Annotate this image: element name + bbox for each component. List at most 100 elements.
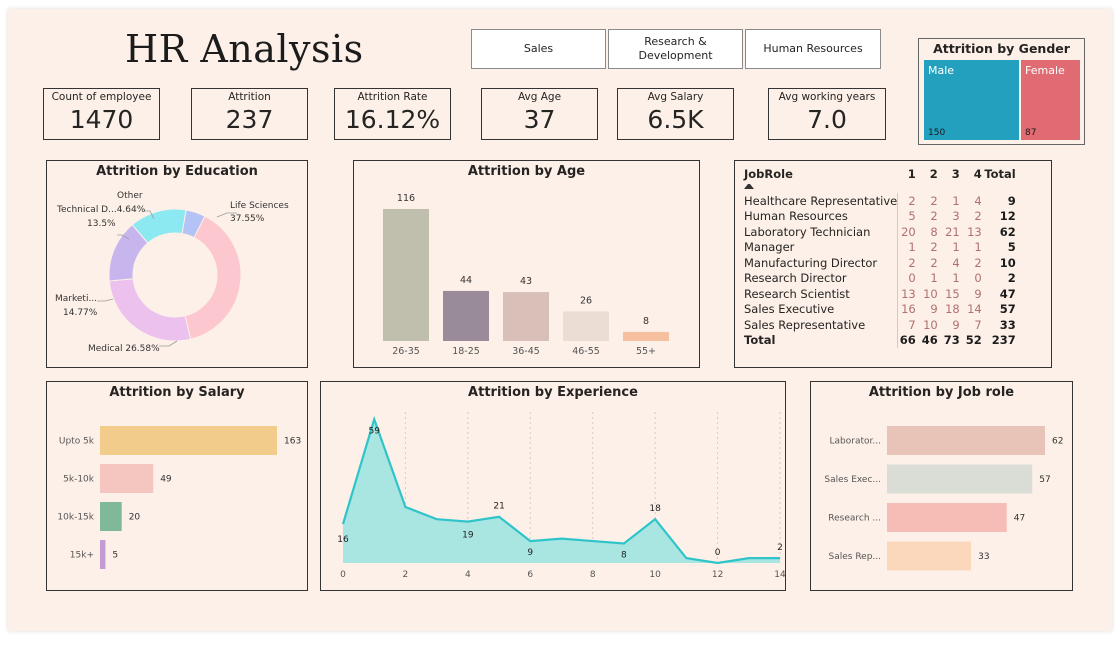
kpi-value: 6.5K bbox=[647, 105, 704, 134]
age-bar-chart: 116 26-35 44 18-25 43 36-45 26 46-55 8 55+ bbox=[383, 193, 669, 357]
matrix-cell: Laboratory Technician bbox=[744, 224, 899, 240]
age-bar bbox=[383, 209, 429, 341]
salary-bar-value: 5 bbox=[112, 551, 118, 561]
slicer-research-development-button[interactable]: Research & Development bbox=[608, 29, 743, 69]
slicer-sales-button[interactable]: Sales bbox=[471, 29, 606, 69]
gender-female-tile[interactable]: Female 87 bbox=[1021, 60, 1080, 140]
donut-data-label: 13.5% bbox=[87, 219, 116, 229]
gender-female-label: Female bbox=[1025, 64, 1065, 77]
matrix-cell: 9 bbox=[974, 286, 982, 301]
matrix-cell: Research Director bbox=[744, 270, 899, 286]
experience-x-tick: 6 bbox=[527, 570, 533, 580]
experience-data-label: 8 bbox=[621, 551, 627, 561]
age-bar-value: 8 bbox=[643, 316, 649, 327]
salary-bar bbox=[100, 540, 106, 569]
salary-category-label: Upto 5k bbox=[59, 437, 95, 447]
matrix-cell: 1 bbox=[952, 240, 960, 255]
donut-data-label: Technical D...4.64% bbox=[56, 205, 146, 215]
matrix-header-row: JobRole 1 2 3 4 Total bbox=[744, 167, 1016, 189]
experience-x-tick: 12 bbox=[712, 570, 723, 580]
jobrole-bar bbox=[887, 464, 1033, 494]
experience-x-tick: 0 bbox=[340, 570, 346, 580]
matrix-header-cell: 2 bbox=[929, 167, 938, 181]
gender-panel: Attrition by Gender Male 150 Female 87 bbox=[918, 38, 1085, 145]
matrix-row[interactable]: Research Scientist 13 10 15 9 47 bbox=[744, 286, 1016, 302]
matrix-row[interactable]: Sales Representative 7 10 9 7 33 bbox=[744, 317, 1016, 333]
matrix-total-row[interactable]: Total 66 46 73 52 237 bbox=[744, 332, 1016, 348]
matrix-row[interactable]: Laboratory Technician 20 8 21 13 62 bbox=[744, 224, 1016, 240]
matrix-cell: 9 bbox=[952, 317, 960, 332]
salary-bar bbox=[100, 464, 154, 493]
jobrole-bar-chart: Laborator... 62 Sales Exec... 57 Research ..… bbox=[824, 426, 1063, 571]
matrix-cell: Manufacturing Director bbox=[744, 255, 899, 271]
matrix-cell: 21 bbox=[945, 224, 960, 239]
age-bar bbox=[623, 331, 669, 341]
matrix-cell: 1 bbox=[974, 240, 982, 255]
matrix-cell: 16 bbox=[901, 302, 916, 317]
age-bar-value: 26 bbox=[580, 295, 592, 306]
donut-leader-line bbox=[97, 298, 114, 302]
report-canvas: HR Analysis Sales Research & Development… bbox=[8, 9, 1112, 631]
age-category-label: 46-55 bbox=[572, 346, 600, 357]
matrix-cell: 10 bbox=[923, 286, 938, 301]
gender-male-tile[interactable]: Male 150 bbox=[924, 60, 1019, 140]
matrix-cell: 2 bbox=[908, 193, 916, 208]
kpi-card-attrition: Attrition 237 bbox=[191, 88, 308, 140]
age-bar bbox=[503, 292, 549, 341]
age-bar bbox=[443, 290, 489, 341]
matrix-cell: 2 bbox=[930, 240, 938, 255]
matrix-header-jobrole[interactable]: JobRole bbox=[744, 167, 898, 189]
jobrole-category-label: Sales Exec... bbox=[824, 475, 881, 485]
salary-bar-value: 163 bbox=[284, 437, 301, 447]
experience-data-label: 9 bbox=[527, 548, 533, 558]
matrix-cell: 2 bbox=[974, 209, 982, 224]
matrix-cell: 15 bbox=[945, 286, 960, 301]
matrix-cell: 66 bbox=[899, 333, 916, 348]
matrix-row[interactable]: Manufacturing Director 2 2 4 2 10 bbox=[744, 255, 1016, 271]
matrix-header-cell: 1 bbox=[907, 167, 916, 181]
matrix-cell: 4 bbox=[974, 193, 982, 208]
matrix-cell: 8 bbox=[930, 224, 938, 239]
matrix-cell: Manager bbox=[744, 239, 899, 255]
matrix-cell: 4 bbox=[952, 255, 960, 270]
matrix-cell: 33 bbox=[999, 317, 1016, 332]
kpi-value: 237 bbox=[225, 105, 274, 134]
matrix-cell: 2 bbox=[930, 193, 938, 208]
jobrole-bar bbox=[887, 503, 1007, 532]
jobrole-matrix-table: JobRole 1 2 3 4 Total Healthcare Representativ… bbox=[744, 167, 1016, 348]
donut-leader-line bbox=[159, 340, 178, 347]
jobrole-matrix-panel: JobRole 1 2 3 4 Total Healthcare Representativ… bbox=[734, 160, 1052, 368]
matrix-row[interactable]: Sales Executive 16 9 18 14 57 bbox=[744, 301, 1016, 317]
matrix-cell: 2 bbox=[930, 255, 938, 270]
matrix-row[interactable]: Research Director 0 1 1 0 2 bbox=[744, 270, 1016, 286]
age-bar-value: 116 bbox=[397, 193, 415, 204]
kpi-card-attrition-rate: Attrition Rate 16.12% bbox=[334, 88, 451, 140]
matrix-cell: 13 bbox=[967, 224, 982, 239]
page-title: HR Analysis bbox=[125, 27, 364, 71]
matrix-cell: Sales Representative bbox=[744, 317, 899, 333]
experience-x-tick: 4 bbox=[465, 570, 471, 580]
experience-x-tick: 2 bbox=[403, 570, 409, 580]
matrix-cell: Total bbox=[744, 332, 899, 348]
matrix-cell: 2 bbox=[930, 209, 938, 224]
matrix-cell: 46 bbox=[921, 333, 938, 348]
education-donut-chart: Life Sciences 37.55% Medical 26.58% Marketi… bbox=[55, 191, 289, 354]
kpi-label: Avg Age bbox=[517, 91, 562, 103]
matrix-cell: 73 bbox=[943, 333, 960, 348]
matrix-cell: 0 bbox=[908, 271, 916, 286]
slicer-human-resources-button[interactable]: Human Resources bbox=[745, 29, 881, 69]
experience-data-label: 16 bbox=[337, 535, 349, 545]
jobrole-bar-value: 47 bbox=[1014, 514, 1025, 524]
kpi-label: Avg Salary bbox=[647, 91, 704, 103]
experience-panel: Attrition by Experience 16 59 19 21 9 8 18 0 2 0 2… bbox=[320, 381, 786, 591]
matrix-row[interactable]: Manager 1 2 1 1 5 bbox=[744, 239, 1016, 255]
experience-data-label: 0 bbox=[715, 548, 721, 558]
donut-data-label: Other bbox=[117, 191, 143, 201]
matrix-row[interactable]: Human Resources 5 2 3 2 12 bbox=[744, 208, 1016, 224]
age-panel: Attrition by Age 116 26-35 44 18-25 43 36-45 2… bbox=[353, 160, 700, 368]
experience-area-chart: 16 59 19 21 9 8 18 0 2 0 2 4 6 8 10 12 14 bbox=[337, 412, 785, 580]
matrix-cell: 10 bbox=[923, 317, 938, 332]
matrix-row[interactable]: Healthcare Representative 2 2 1 4 9 bbox=[744, 193, 1016, 209]
matrix-cell: 12 bbox=[999, 209, 1016, 224]
experience-data-label: 2 bbox=[777, 543, 783, 553]
